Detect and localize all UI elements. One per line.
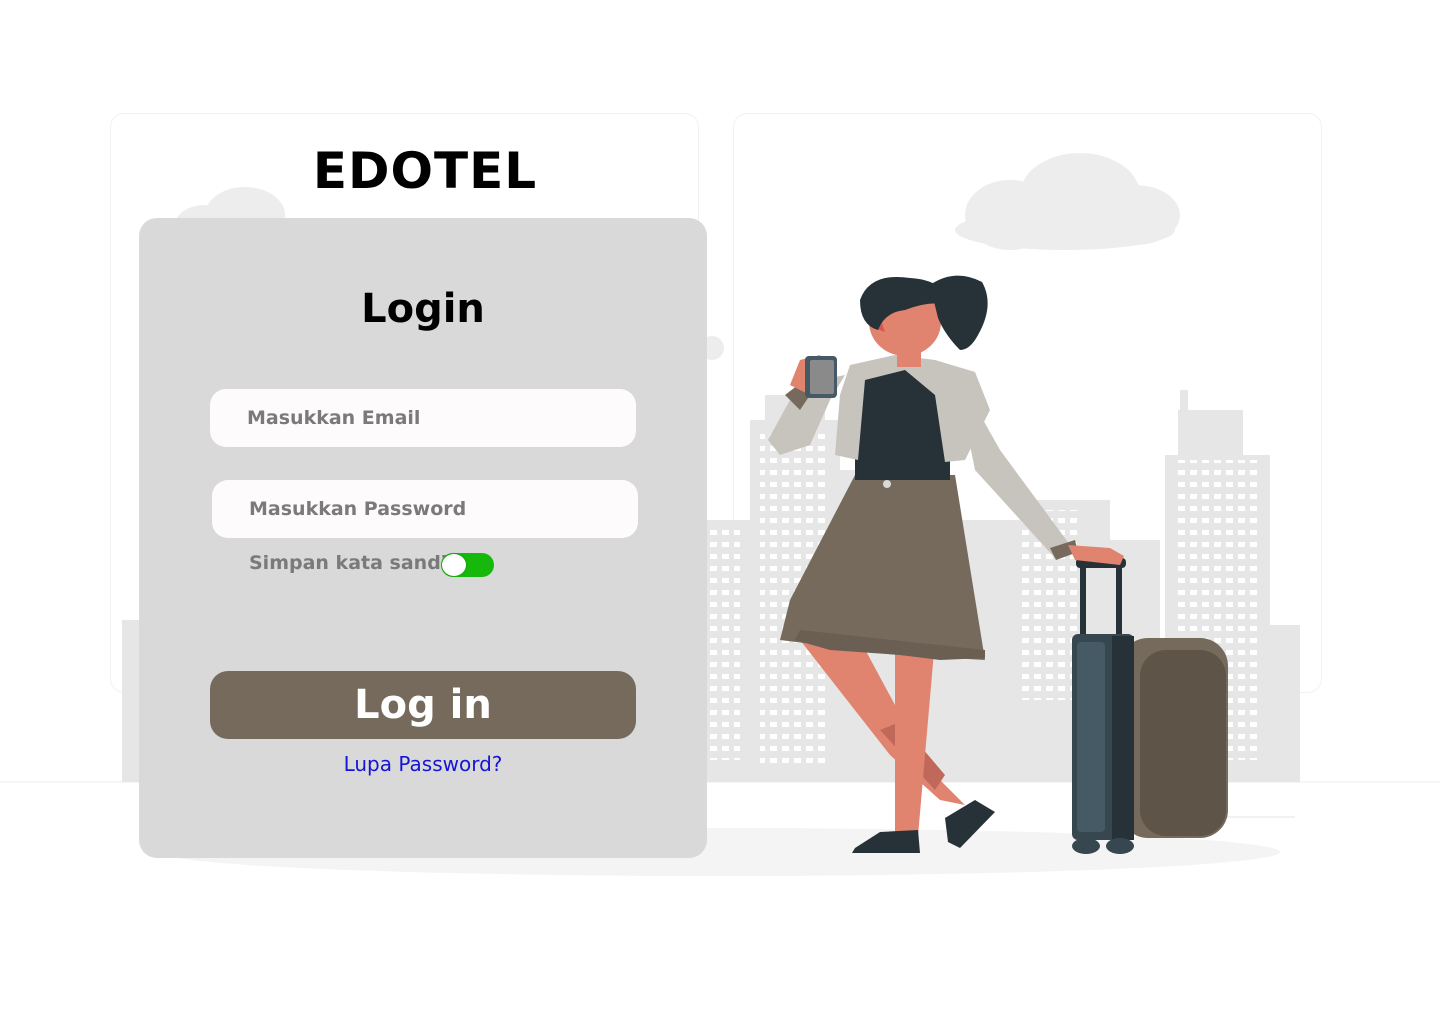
login-title: Login [361,286,485,332]
email-field-wrapper [210,389,636,447]
login-card: Login Simpan kata sandi Log in Lupa Pass… [139,218,707,858]
brand-title: EDOTEL [312,142,538,200]
password-input[interactable] [249,480,638,538]
remember-password-toggle[interactable] [441,553,494,577]
forgot-password-link[interactable]: Lupa Password? [139,752,707,776]
email-input[interactable] [247,389,636,447]
remember-password-label: Simpan kata sandi [249,552,448,574]
login-button[interactable]: Log in [210,671,636,739]
cloud [955,153,1180,250]
toggle-knob [442,554,466,576]
password-field-wrapper [212,480,638,538]
